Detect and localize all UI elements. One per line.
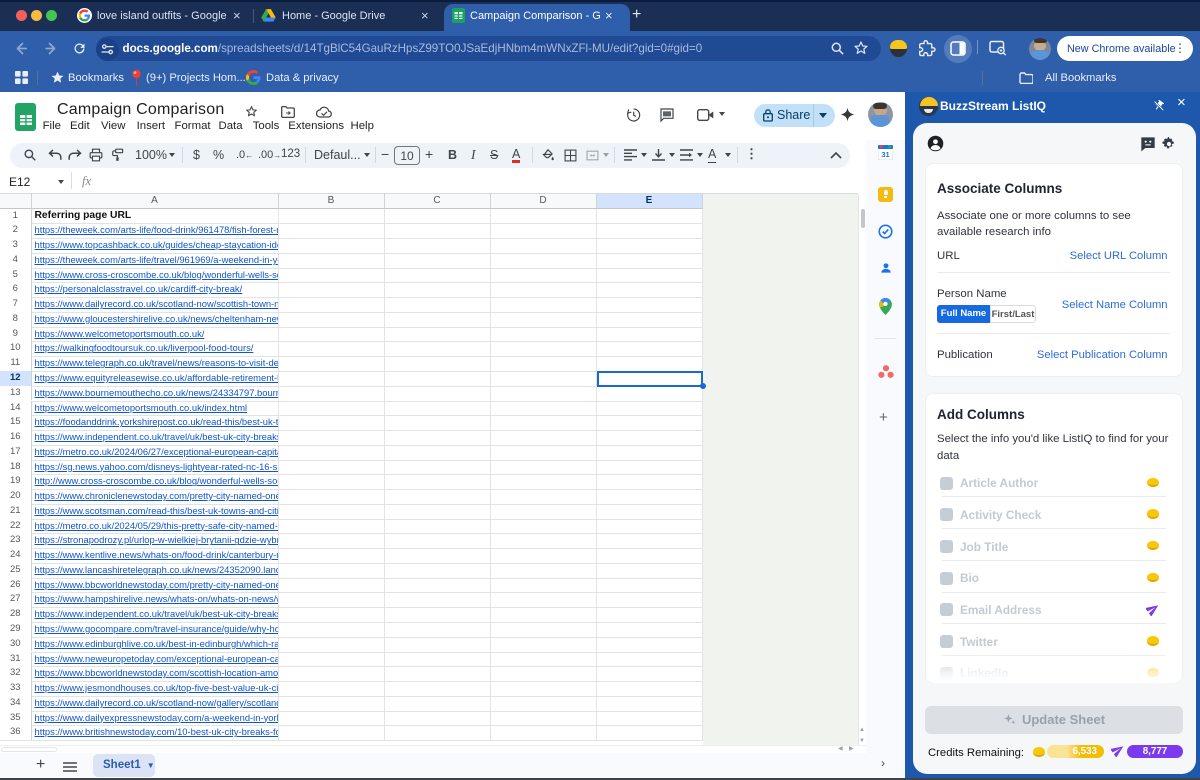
svg-text:31: 31 — [881, 150, 889, 159]
